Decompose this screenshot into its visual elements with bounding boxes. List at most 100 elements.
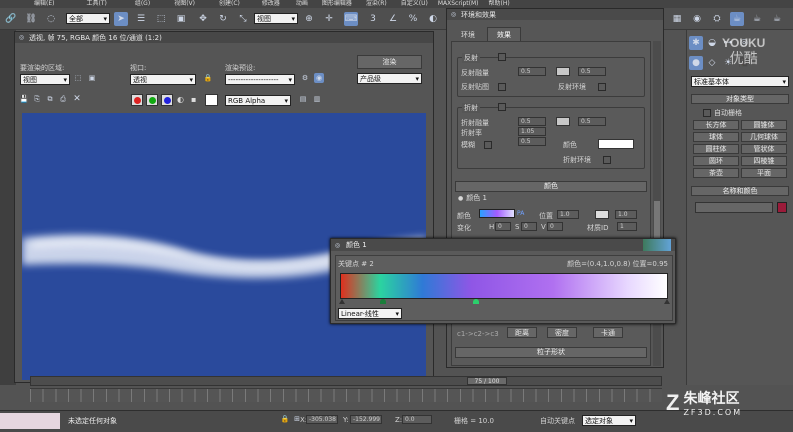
key-filter-select[interactable]: 选定对象 ▾ (582, 415, 636, 426)
alpha-icon[interactable]: ◐ (177, 95, 185, 105)
menu-modifiers[interactable]: 修改器 (262, 0, 280, 8)
render-setup-icon[interactable]: ⛭ (710, 12, 724, 26)
channel-select[interactable]: RGB Alpha ▾ (225, 95, 291, 106)
reflect-amount-input-2[interactable]: 0.5 (578, 67, 606, 76)
preset-select[interactable]: -------------------- ▾ (225, 74, 295, 85)
reflect-amount-input-1[interactable]: 0.5 (518, 67, 546, 76)
v-input[interactable]: 0 (547, 222, 563, 231)
render-iterative-icon[interactable]: ☕ (770, 12, 784, 26)
gradient-key-end[interactable] (664, 299, 670, 304)
cone-button[interactable]: 圆锥体 (741, 120, 787, 130)
auto-grid-row[interactable]: 自动栅格 (703, 108, 742, 118)
reflect-swatch[interactable] (556, 67, 570, 76)
color-dialog-close-area[interactable] (643, 239, 671, 251)
object-name-input[interactable] (695, 202, 773, 213)
toggle-overlay-icon[interactable]: ▥ (312, 94, 322, 104)
tab-effects[interactable]: 效果 (487, 27, 521, 41)
cartoon-button[interactable]: 卡通 (593, 327, 623, 338)
clear-icon[interactable]: ✕ (72, 94, 82, 104)
refract-env-checkbox[interactable] (603, 156, 611, 164)
bind-icon[interactable]: ◌ (44, 12, 58, 26)
maxscript-listener[interactable] (0, 413, 60, 429)
selection-filter-select[interactable]: 全部 ▾ (66, 13, 110, 24)
auto-key-label[interactable]: 自动关键点 (540, 416, 575, 426)
gradient-bar[interactable] (340, 273, 668, 299)
gradient-key-1[interactable] (339, 299, 345, 304)
track-bar[interactable] (30, 388, 662, 402)
spinner-snap-icon[interactable]: ◐ (426, 12, 440, 26)
refract-swatch[interactable] (556, 117, 570, 126)
gradient-key-3[interactable] (473, 299, 479, 304)
geosphere-button[interactable]: 几何球体 (741, 132, 787, 142)
menu-rendering[interactable]: 渲染(R) (366, 0, 387, 8)
menu-create[interactable]: 创建(C) (219, 0, 240, 8)
particle-rollout-header[interactable]: 粒子形状 (455, 347, 647, 358)
render-frame-icon[interactable]: ☕ (730, 12, 744, 26)
move-icon[interactable]: ✥ (196, 12, 210, 26)
z-coord[interactable]: 0.0 (402, 415, 432, 424)
red-channel-button[interactable] (131, 94, 143, 106)
object-color-swatch[interactable] (777, 202, 787, 213)
mono-icon[interactable]: ▪ (191, 95, 199, 105)
reflect-enable-checkbox[interactable] (498, 53, 506, 61)
reference-coord-select[interactable]: 视图 ▾ (254, 13, 298, 24)
pyramid-button[interactable]: 四棱锥 (741, 156, 787, 166)
lock-selection-icon[interactable]: 🔒 (280, 414, 290, 424)
tube-button[interactable]: 管状体 (741, 144, 787, 154)
auto-grid-checkbox[interactable] (703, 109, 711, 117)
color-rollout-header[interactable]: 颜色 (455, 181, 647, 192)
material-editor-icon[interactable]: ◉ (690, 12, 704, 26)
keyboard-shortcut-icon[interactable]: ⌨ (344, 12, 358, 26)
clone-frame-icon[interactable]: ⧉ (45, 94, 55, 104)
tab-environment[interactable]: 环境 (453, 29, 483, 41)
link-icon[interactable]: 🔗 (4, 12, 18, 26)
print-icon[interactable]: ⎙ (58, 94, 68, 104)
render-setup-small-icon[interactable]: ⚙ (300, 73, 310, 83)
percent-snap-icon[interactable]: % (406, 12, 420, 26)
geometry-icon[interactable]: ● (689, 56, 703, 70)
gradient-swatch[interactable] (479, 209, 515, 218)
toggle-ui-icon[interactable]: ▤ (298, 94, 308, 104)
refract-color-swatch[interactable] (598, 139, 634, 149)
torus-button[interactable]: 圆环 (693, 156, 739, 166)
material-id-input[interactable]: 1 (617, 222, 637, 231)
production-select[interactable]: 产品级 ▾ (357, 73, 422, 84)
time-slider[interactable]: 75 / 100 (30, 376, 662, 386)
h-input[interactable]: 0 (495, 222, 511, 231)
menu-maxscript[interactable]: MAXScript(M) (438, 0, 479, 8)
shapes-icon[interactable]: ◇ (705, 56, 719, 70)
refract-enable-checkbox[interactable] (498, 103, 506, 111)
plane-button[interactable]: 平面 (741, 168, 787, 178)
time-slider-thumb[interactable]: 75 / 100 (467, 377, 507, 385)
menu-animation[interactable]: 动画 (296, 0, 308, 8)
box-button[interactable]: 长方体 (693, 120, 739, 130)
mirror-icon[interactable]: ▦ (670, 12, 684, 26)
reflect-map-checkbox[interactable] (498, 83, 506, 91)
menu-help[interactable]: 帮助(H) (489, 0, 510, 8)
reflect-env-checkbox[interactable] (598, 83, 606, 91)
menu-graph-editors[interactable]: 图形编辑器 (322, 0, 352, 8)
modify-tab-icon[interactable]: ◒ (705, 36, 719, 50)
teapot-button[interactable]: 茶壶 (693, 168, 739, 178)
lock-icon[interactable]: 🔒 (203, 73, 213, 83)
ior-input-2[interactable]: 0.5 (518, 137, 546, 146)
blue-channel-button[interactable] (161, 94, 173, 106)
select-object-icon[interactable]: ➤ (114, 12, 128, 26)
select-by-name-icon[interactable]: ☰ (134, 12, 148, 26)
gradient-key-2[interactable] (380, 299, 386, 304)
create-tab-icon[interactable]: ✱ (689, 36, 703, 50)
angle-snap-icon[interactable]: ∠ (386, 12, 400, 26)
s-input[interactable]: 0 (521, 222, 537, 231)
sphere-button[interactable]: 球体 (693, 132, 739, 142)
edit-region-icon[interactable]: ⬚ (73, 73, 83, 83)
color-swatch-small[interactable] (595, 210, 609, 219)
render-button[interactable]: 渲染 (357, 55, 422, 69)
viewport-select[interactable]: 透视 ▾ (130, 74, 196, 85)
menu-tools[interactable]: 工具(T) (86, 0, 106, 8)
rect-selection-icon[interactable]: ⬚ (154, 12, 168, 26)
object-type-header[interactable]: 对象类型 (691, 94, 789, 104)
menu-customize[interactable]: 自定义(U) (401, 0, 428, 8)
pivot-icon[interactable]: ⊕ (302, 12, 316, 26)
cylinder-button[interactable]: 圆柱体 (693, 144, 739, 154)
swatch-white[interactable] (205, 94, 218, 106)
